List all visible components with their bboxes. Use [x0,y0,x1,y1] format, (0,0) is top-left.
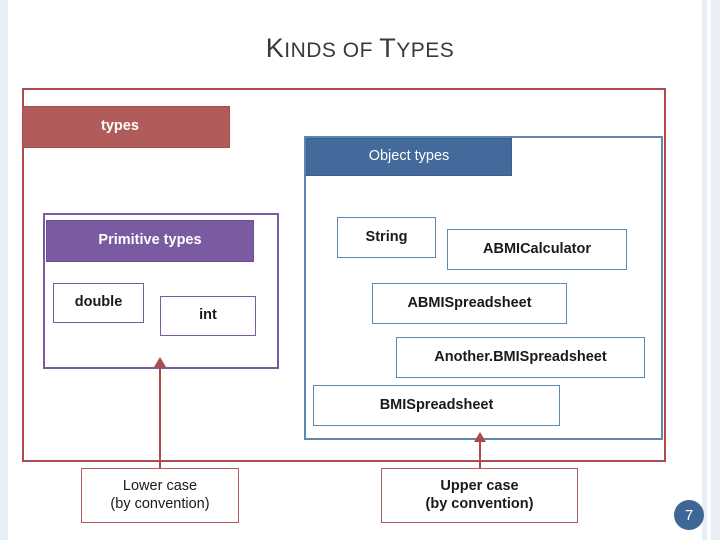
types-box: types [22,106,230,148]
primitive-types-box: Primitive types [46,220,254,262]
page-title: KINDS OF TYPES [0,33,720,64]
object-types-box: Object types [306,138,512,176]
double-box: double [53,283,144,323]
bmispreadsheet-box: BMISpreadsheet [313,385,560,426]
upper-case-arrow-stem [479,440,481,468]
slide: KINDS OF TYPES types Object types Primit… [0,0,720,540]
page-number-badge: 7 [674,500,704,530]
left-edge-bar [0,0,8,540]
lower-case-caption-box: Lower case (by convention) [81,468,239,523]
int-box: int [160,296,256,336]
abmispreadsheet-box: ABMISpreadsheet [372,283,567,324]
upper-case-line1: Upper case [440,478,519,495]
abmicalculator-box: ABMICalculator [447,229,627,270]
anotherbmispreadsheet-box: Another.BMISpreadsheet [396,337,645,378]
title-cap-t: T [379,33,397,63]
lower-case-line1: Lower case [122,478,198,495]
upper-case-arrow-head [474,432,486,442]
string-box: String [337,217,436,258]
upper-case-caption-box: Upper case (by convention) [381,468,578,523]
lower-case-line2: (by convention) [110,495,210,512]
title-cap-k: K [265,33,285,63]
title-rest-kinds-of: INDS OF [284,39,380,62]
lower-case-arrow-stem [159,365,161,468]
title-rest-types: YPES [396,39,455,62]
upper-case-line2: (by convention) [425,495,534,512]
right-outer-edge-bar [711,0,720,540]
lower-case-arrow-head [154,357,166,367]
right-inner-edge-bar [702,0,707,540]
